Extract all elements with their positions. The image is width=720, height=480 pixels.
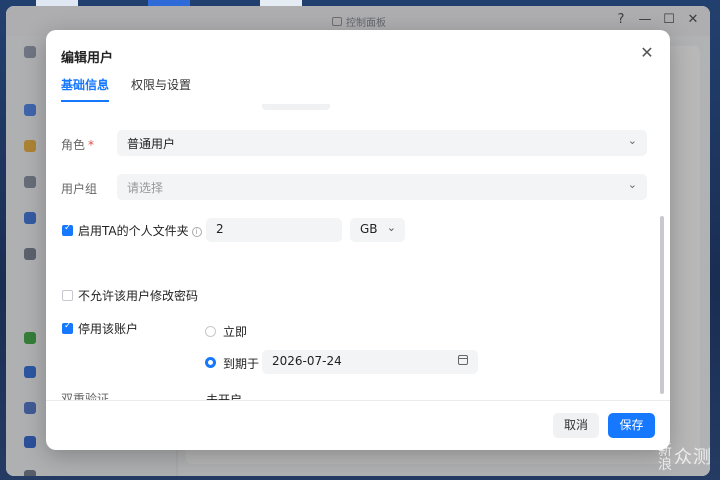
watermark-text-2: 众测 [674,447,712,468]
radio-expire[interactable] [205,357,216,368]
two-factor-status: 未开启 [206,393,243,400]
tab-permissions-settings[interactable]: 权限与设置 [131,76,191,102]
dialog-title: 编辑用户 [61,51,114,66]
role-value: 普通用户 [127,137,176,151]
save-button[interactable]: 保存 [608,413,655,438]
footer-divider [46,400,670,401]
cancel-button[interactable]: 取消 [553,413,599,438]
edit-user-dialog: 编辑用户 ✕ 基础信息 权限与设置 角色* 普通用户 ⌄ 用户组 请选择 ⌄ 启… [46,30,670,450]
calendar-icon[interactable] [458,355,468,365]
disable-account-label: 停用该账户 [78,322,139,336]
role-label: 角色 * [61,138,95,152]
radio-immediate[interactable] [205,326,216,337]
quota-unit-select[interactable]: GB ⌄ [350,218,405,242]
two-factor-label: 双重验证 [61,392,110,400]
user-group-label: 用户组 [61,182,98,196]
scrolled-field [262,104,330,110]
no-password-change-checkbox[interactable] [62,290,73,301]
radio-expire-label: 到期于 [223,357,260,371]
radio-immediate-label: 立即 [223,325,248,339]
dialog-tabs: 基础信息 权限与设置 [61,76,191,102]
personal-folder-checkbox[interactable] [62,223,73,236]
no-password-change-label: 不允许该用户修改密码 [78,289,199,303]
info-icon[interactable]: i [191,227,202,237]
role-select[interactable]: 普通用户 ⌄ [117,130,647,156]
disable-account-checkbox[interactable] [62,321,73,334]
expire-date-input[interactable]: 2026-07-24 [262,350,478,374]
scrollbar[interactable] [660,216,664,394]
user-group-placeholder: 请选择 [127,181,164,195]
chevron-down-icon: ⌄ [627,178,637,191]
personal-folder-label: 启用TA的个人文件夹 i [78,222,202,239]
chevron-down-icon: ⌄ [386,221,396,234]
chevron-down-icon: ⌄ [627,134,637,147]
tab-basic-info[interactable]: 基础信息 [61,76,110,102]
required-mark: * [88,138,95,152]
user-group-select[interactable]: 请选择 ⌄ [117,174,647,200]
watermark-text-1: 新浪 [658,443,673,473]
close-icon[interactable]: ✕ [638,44,656,62]
dialog-form: 角色* 普通用户 ⌄ 用户组 请选择 ⌄ 启用TA的个人文件夹i 2 GB ⌄ … [46,104,670,400]
watermark: 新浪众测 [658,444,712,472]
quota-input[interactable]: 2 [206,218,342,242]
